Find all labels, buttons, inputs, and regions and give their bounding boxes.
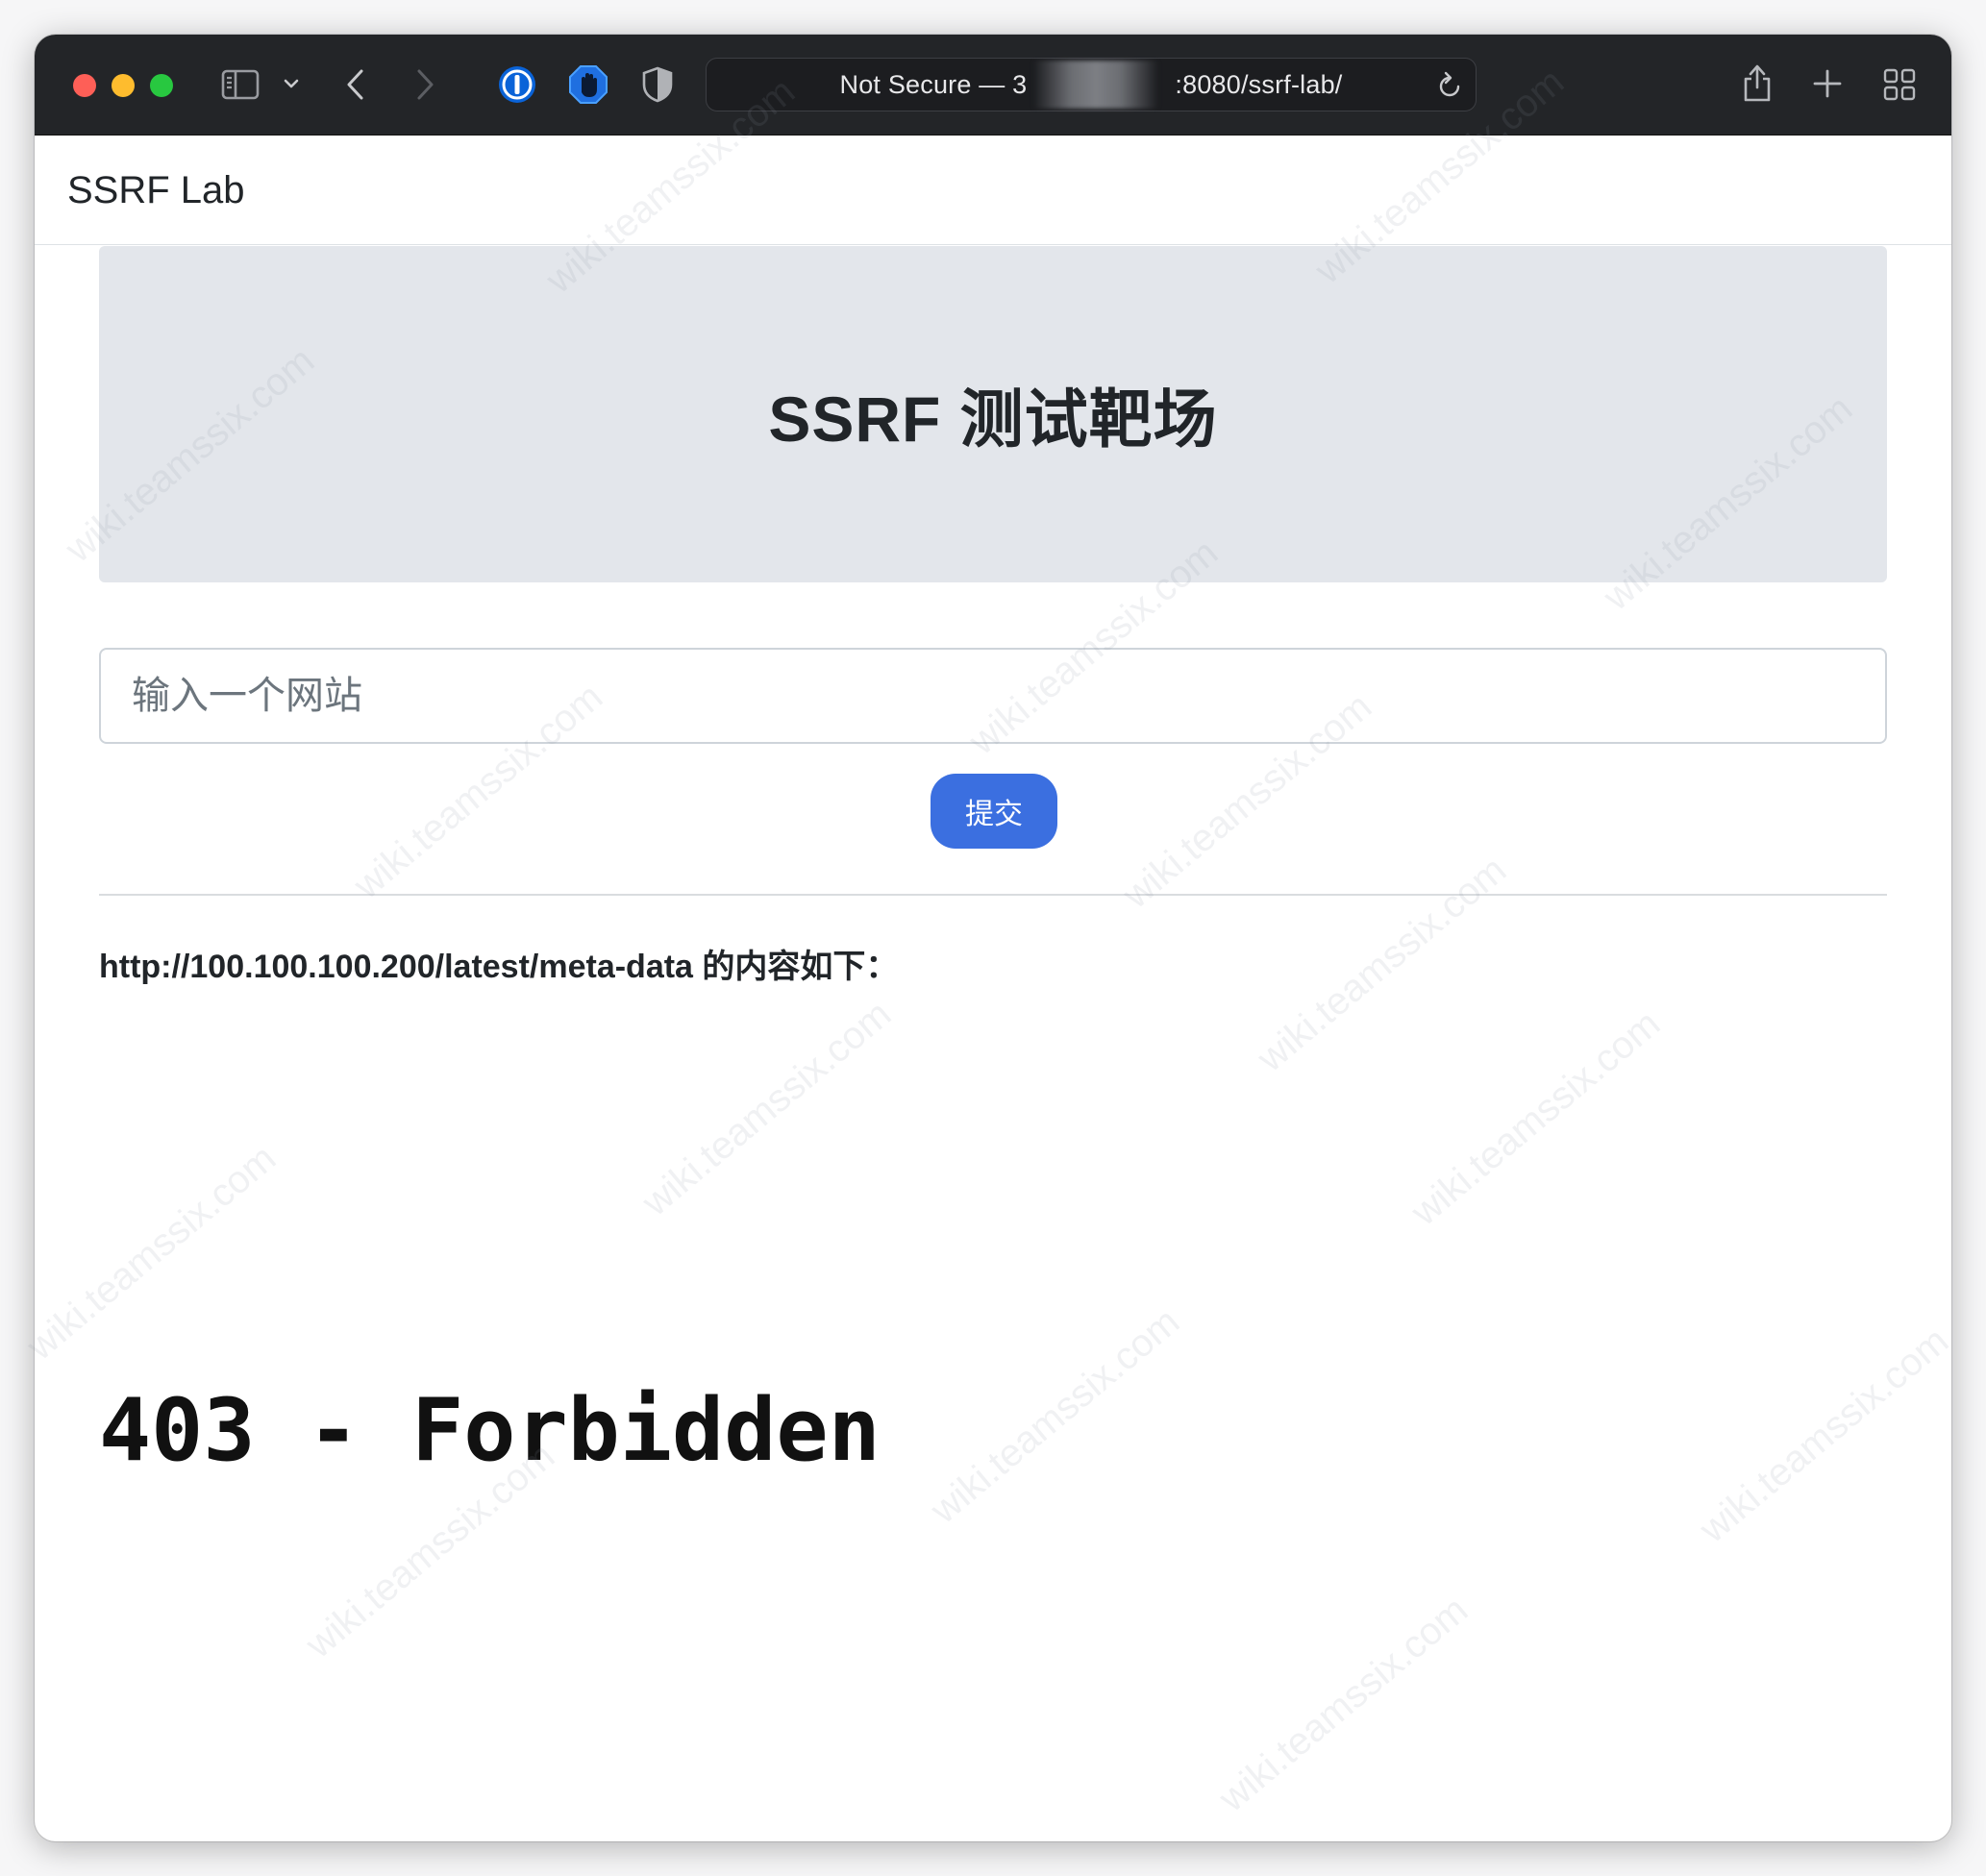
zoom-window-button[interactable]	[150, 74, 173, 97]
privacy-shield-icon[interactable]	[640, 65, 675, 104]
share-icon[interactable]	[1740, 62, 1775, 104]
minimize-window-button[interactable]	[112, 74, 135, 97]
chevron-down-icon[interactable]	[283, 75, 300, 92]
page-title: SSRF 测试靶场	[768, 383, 1218, 455]
sidebar-toggle-icon[interactable]	[221, 67, 260, 102]
section-divider	[99, 894, 1887, 896]
redacted-ip-blur	[1033, 61, 1158, 109]
tab-overview-grid-icon[interactable]	[1882, 67, 1917, 102]
back-arrow-icon[interactable]	[344, 65, 367, 104]
new-tab-plus-icon[interactable]	[1811, 67, 1844, 100]
forward-arrow-icon[interactable]	[413, 65, 436, 104]
fetched-response-content: 403 - Forbidden	[99, 1380, 881, 1481]
close-window-button[interactable]	[73, 74, 96, 97]
website-url-input[interactable]	[99, 648, 1887, 744]
navbar-brand-link[interactable]: SSRF Lab	[67, 136, 245, 245]
browser-toolbar: Not Secure — 3 :8080/ssrf-lab/	[35, 35, 1951, 136]
ad-blocker-extension-icon[interactable]	[567, 63, 609, 106]
reload-icon[interactable]	[1435, 70, 1464, 101]
hero-banner: SSRF 测试靶场	[99, 246, 1887, 582]
address-bar[interactable]: Not Secure — 3 :8080/ssrf-lab/	[706, 58, 1477, 111]
browser-window: Not Secure — 3 :8080/ssrf-lab/ SSRF Lab …	[35, 35, 1951, 1841]
password-manager-extension-icon[interactable]	[496, 63, 538, 106]
site-navbar: SSRF Lab	[35, 136, 1951, 245]
result-heading: http://100.100.100.200/latest/meta-data …	[99, 949, 899, 985]
submit-button[interactable]: 提交	[931, 774, 1057, 849]
